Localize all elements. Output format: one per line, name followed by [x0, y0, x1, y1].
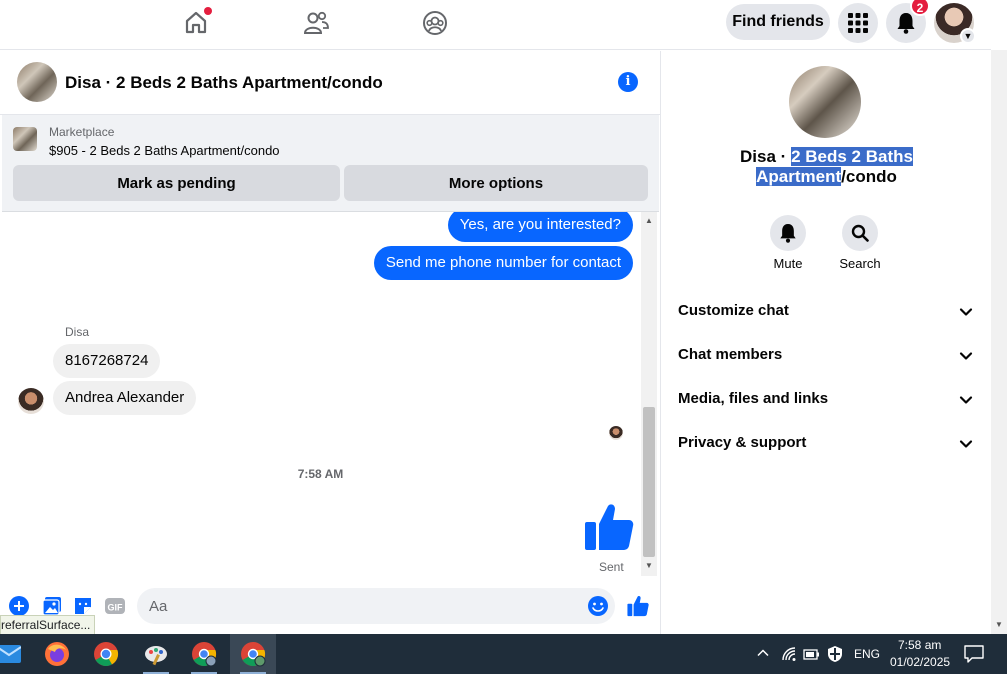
mark-as-pending-button[interactable]: Mark as pending [13, 165, 340, 201]
chevron-down-icon [959, 352, 973, 360]
chrome-profile-icon[interactable] [181, 634, 227, 674]
mute-button[interactable] [770, 215, 806, 251]
chat-panel: Disa · 2 Beds 2 Baths Apartment/condo i … [0, 51, 661, 634]
find-friends-button[interactable]: Find friends [726, 4, 830, 40]
bell-icon [780, 224, 796, 243]
status-url-tooltip: referralSurface... [0, 615, 95, 635]
wifi-icon[interactable] [781, 646, 799, 667]
title-selected-text: Apartment [756, 167, 842, 186]
search-button[interactable] [842, 215, 878, 251]
thumbs-up-send-icon[interactable] [627, 595, 649, 617]
sender-name: Disa [65, 325, 90, 339]
chat-header: Disa · 2 Beds 2 Baths Apartment/condo i [0, 51, 661, 115]
info-icon[interactable]: i [618, 72, 638, 92]
section-label: Privacy & support [678, 434, 807, 451]
paint-app-icon[interactable] [133, 634, 179, 674]
read-receipt-avatar [609, 426, 623, 440]
marketplace-listing-bar: Marketplace $905 - 2 Beds 2 Baths Apartm… [2, 115, 659, 212]
section-label: Media, files and links [678, 390, 829, 407]
bell-icon [897, 13, 915, 34]
conversation-title: Disa · 2 Beds 2 Baths Apartment/condo [662, 147, 991, 187]
clock-time[interactable]: 7:58 am [898, 638, 941, 652]
sticker-icon[interactable] [72, 595, 94, 617]
search-icon [851, 224, 869, 242]
top-navigation-bar: Find friends 2 ▼ [0, 0, 991, 50]
message-composer: GIF [0, 584, 661, 634]
thumbs-up-sticker-icon[interactable] [584, 502, 634, 552]
title-selected-text: 2 Beds 2 Baths [791, 147, 913, 166]
mute-label: Mute [773, 256, 803, 271]
language-indicator[interactable]: ENG [854, 647, 880, 661]
section-customize-chat[interactable]: Customize chat [662, 290, 991, 334]
search-label: Search [839, 256, 881, 271]
firefox-icon[interactable] [34, 634, 80, 674]
chevron-down-icon[interactable]: ▼ [960, 28, 976, 44]
section-media-files-links[interactable]: Media, files and links [662, 378, 991, 422]
chat-title[interactable]: Disa · 2 Beds 2 Baths Apartment/condo [65, 73, 383, 93]
chrome-profile-active-icon[interactable] [230, 634, 276, 674]
chevron-down-icon [959, 396, 973, 404]
listing-small-thumbnail[interactable] [13, 127, 37, 151]
section-chat-members[interactable]: Chat members [662, 334, 991, 378]
home-notification-dot [204, 7, 212, 15]
menu-button[interactable] [838, 3, 878, 43]
section-privacy-support[interactable]: Privacy & support [662, 422, 991, 466]
notification-center-icon[interactable] [964, 645, 984, 668]
emoji-icon[interactable] [587, 595, 609, 617]
sender-avatar[interactable] [18, 388, 44, 414]
title-prefix: Disa · [740, 147, 792, 166]
notification-count-badge: 2 [910, 0, 930, 16]
chevron-down-icon [959, 308, 973, 316]
mail-app-icon[interactable] [0, 634, 32, 674]
outgoing-message[interactable]: Send me phone number for contact [373, 246, 633, 280]
message-scrollbar-thumb[interactable] [643, 407, 655, 557]
groups-icon[interactable] [420, 8, 450, 38]
message-list: Yes, are you interested? Send me phone n… [0, 212, 641, 576]
chevron-down-icon [959, 440, 973, 448]
title-suffix: /condo [841, 167, 897, 186]
chat-info-panel: Disa · 2 Beds 2 Baths Apartment/condo Mut… [662, 51, 991, 634]
time-separator: 7:58 AM [297, 467, 344, 481]
marketplace-label: Marketplace [49, 125, 115, 139]
listing-thumbnail[interactable] [17, 62, 57, 102]
sent-status: Sent [599, 560, 624, 574]
clock-date[interactable]: 01/02/2025 [890, 655, 950, 669]
more-options-button[interactable]: More options [344, 165, 648, 201]
chrome-icon[interactable] [83, 634, 129, 674]
incoming-message[interactable]: Andrea Alexander [53, 381, 197, 415]
listing-avatar[interactable] [789, 66, 861, 138]
security-shield-icon[interactable] [827, 645, 843, 668]
gif-icon[interactable]: GIF [104, 595, 126, 617]
photo-icon[interactable] [41, 595, 63, 617]
battery-icon[interactable] [803, 646, 821, 667]
outgoing-message[interactable]: Yes, are you interested? [447, 212, 633, 242]
message-input[interactable] [137, 588, 615, 624]
incoming-message[interactable]: 8167268724 [53, 344, 161, 378]
scroll-down-arrow-icon[interactable]: ▼ [641, 559, 657, 573]
window-scroll-down-icon[interactable]: ▼ [993, 620, 1005, 632]
listing-price-title[interactable]: $905 - 2 Beds 2 Baths Apartment/condo [49, 143, 280, 158]
scroll-up-arrow-icon[interactable]: ▲ [641, 214, 657, 228]
chevron-up-icon[interactable] [756, 646, 770, 665]
grid-menu-icon [848, 13, 868, 33]
section-label: Chat members [678, 346, 783, 363]
friends-icon[interactable] [301, 8, 331, 38]
window-scrollbar[interactable] [991, 50, 1007, 634]
section-label: Customize chat [678, 302, 789, 319]
svg-text:GIF: GIF [108, 603, 124, 613]
plus-circle-icon[interactable] [8, 595, 30, 617]
windows-taskbar: ENG 7:58 am 01/02/2025 [0, 634, 1007, 674]
